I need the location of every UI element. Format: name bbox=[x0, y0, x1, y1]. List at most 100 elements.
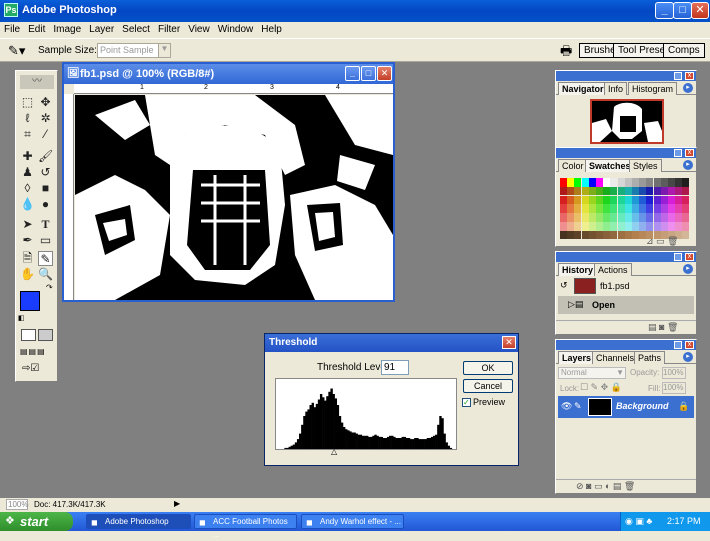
swatch-cell[interactable] bbox=[610, 195, 618, 205]
menu-edit[interactable]: Edit bbox=[24, 22, 49, 35]
swatch-cell[interactable] bbox=[646, 186, 654, 196]
swatch-cell[interactable] bbox=[574, 195, 582, 205]
panel-close-icon[interactable]: x bbox=[685, 341, 694, 349]
default-colors-icon[interactable]: ◧ bbox=[18, 314, 25, 322]
swatch-cell[interactable] bbox=[588, 213, 596, 222]
swatch-cell[interactable] bbox=[610, 230, 618, 240]
swatch-cell[interactable] bbox=[588, 230, 596, 240]
swatch-cell[interactable] bbox=[560, 213, 567, 222]
swatch-cell[interactable] bbox=[567, 195, 575, 205]
panel-menu-icon[interactable]: ▸ bbox=[683, 264, 693, 274]
tab-styles[interactable]: Styles bbox=[629, 159, 662, 172]
swatch-cell[interactable] bbox=[646, 204, 654, 213]
notes-tool-icon[interactable]: 🗎 bbox=[20, 251, 35, 266]
swatch-cell[interactable] bbox=[668, 204, 675, 213]
menu-file[interactable]: File bbox=[0, 22, 24, 35]
status-menu-arrow-icon[interactable]: ▶ bbox=[174, 499, 180, 508]
healing-brush-tool-icon[interactable]: ✚ bbox=[20, 149, 35, 164]
swatch-cell[interactable] bbox=[646, 195, 654, 205]
swatch-cell[interactable] bbox=[639, 195, 647, 205]
cancel-button[interactable]: Cancel bbox=[463, 379, 513, 393]
navigator-thumbnail[interactable] bbox=[590, 99, 664, 144]
panel-close-icon[interactable]: x bbox=[685, 72, 694, 80]
swatch-cell[interactable] bbox=[682, 213, 690, 222]
swatch-cell[interactable] bbox=[632, 178, 639, 187]
swatch-cell[interactable] bbox=[574, 230, 582, 240]
swatch-cell[interactable] bbox=[596, 186, 603, 196]
swatch-cell[interactable] bbox=[624, 195, 632, 205]
lock-icons[interactable]: ☐ ✎ ✥ 🔒 bbox=[580, 382, 622, 393]
swatch-cell[interactable] bbox=[581, 213, 589, 222]
swatch-cell[interactable] bbox=[617, 178, 625, 187]
marquee-tool-icon[interactable]: ⬚ bbox=[20, 95, 35, 110]
standard-mode-icon[interactable] bbox=[21, 329, 36, 341]
swap-colors-icon[interactable]: ↷ bbox=[46, 283, 53, 292]
swatch-cell[interactable] bbox=[675, 195, 683, 205]
tab-navigator[interactable]: Navigator bbox=[558, 82, 608, 95]
file-browser-icon[interactable]: 🖶 bbox=[560, 42, 572, 64]
swatch-cell[interactable] bbox=[653, 204, 661, 213]
swatch-cell[interactable] bbox=[610, 213, 618, 222]
brush-tool-icon[interactable]: 🖌 bbox=[38, 149, 53, 164]
zoom-level-field[interactable]: 100% bbox=[6, 499, 28, 510]
swatch-cell[interactable] bbox=[610, 178, 618, 187]
swatch-cell[interactable] bbox=[675, 213, 683, 222]
swatch-cell[interactable] bbox=[560, 230, 567, 240]
panel-menu-icon[interactable]: ▸ bbox=[683, 83, 693, 93]
swatch-cell[interactable] bbox=[560, 186, 567, 196]
tab-comps[interactable]: Comps bbox=[663, 43, 705, 58]
magic-wand-tool-icon[interactable]: ✲ bbox=[38, 111, 53, 126]
swatch-cell[interactable] bbox=[639, 178, 647, 187]
start-button[interactable]: ❖ start bbox=[0, 512, 73, 531]
swatch-cell[interactable] bbox=[567, 186, 575, 196]
swatch-cell[interactable] bbox=[603, 204, 611, 213]
image-canvas[interactable] bbox=[75, 95, 393, 300]
swatch-cell[interactable] bbox=[617, 195, 625, 205]
swatch-cell[interactable] bbox=[610, 222, 618, 231]
slice-tool-icon[interactable]: ⁄ bbox=[38, 127, 53, 142]
swatch-cell[interactable] bbox=[574, 204, 582, 213]
swatch-actions-icons[interactable]: ⊿ ▭ 🗑 bbox=[646, 236, 678, 247]
threshold-level-input[interactable]: 91 bbox=[381, 360, 409, 375]
quick-mask-mode-icon[interactable] bbox=[38, 329, 53, 341]
menu-image[interactable]: Image bbox=[49, 22, 85, 35]
swatch-cell[interactable] bbox=[632, 186, 639, 196]
menu-help[interactable]: Help bbox=[257, 22, 286, 35]
taskbar-item-andy-warhol[interactable]: ◼ Andy Warhol effect - ... bbox=[301, 514, 404, 529]
swatch-cell[interactable] bbox=[682, 230, 690, 240]
close-button[interactable]: ✕ bbox=[691, 2, 709, 19]
swatch-cell[interactable] bbox=[603, 195, 611, 205]
swatch-cell[interactable] bbox=[624, 178, 632, 187]
menu-layer[interactable]: Layer bbox=[85, 22, 118, 35]
swatch-cell[interactable] bbox=[596, 204, 603, 213]
swatch-cell[interactable] bbox=[639, 222, 647, 231]
tab-channels[interactable]: Channels bbox=[592, 351, 639, 364]
swatch-cell[interactable] bbox=[653, 213, 661, 222]
opacity-input[interactable]: 100% bbox=[662, 367, 686, 379]
swatch-cell[interactable] bbox=[632, 230, 639, 240]
swatch-cell[interactable] bbox=[624, 204, 632, 213]
crop-tool-icon[interactable]: ⌗ bbox=[20, 127, 35, 142]
maximize-button[interactable]: □ bbox=[673, 2, 692, 19]
swatch-cell[interactable] bbox=[632, 195, 639, 205]
panel-minimize-icon[interactable] bbox=[674, 253, 682, 261]
swatch-cell[interactable] bbox=[596, 178, 603, 187]
swatch-cell[interactable] bbox=[588, 186, 596, 196]
layer-row-background[interactable]: 👁 ✎ Background 🔒 bbox=[558, 396, 694, 418]
clock[interactable]: 2:17 PM bbox=[667, 512, 701, 531]
document-maximize-button[interactable]: □ bbox=[361, 66, 376, 81]
swatch-cell[interactable] bbox=[668, 178, 675, 187]
history-actions-icons[interactable]: ▤ ◙ 🗑 bbox=[648, 322, 678, 333]
swatch-cell[interactable] bbox=[660, 178, 668, 187]
tab-info[interactable]: Info bbox=[604, 82, 628, 95]
swatch-cell[interactable] bbox=[682, 195, 690, 205]
swatch-cell[interactable] bbox=[675, 178, 683, 187]
swatch-cell[interactable] bbox=[574, 213, 582, 222]
swatch-cell[interactable] bbox=[660, 204, 668, 213]
taskbar-item-photoshop[interactable]: ◼ Adobe Photoshop bbox=[86, 514, 191, 529]
panel-menu-icon[interactable]: ▸ bbox=[683, 160, 693, 170]
swatch-cell[interactable] bbox=[588, 204, 596, 213]
swatch-cell[interactable] bbox=[675, 204, 683, 213]
history-snapshot-row[interactable]: ↺ fb1.psd bbox=[558, 277, 694, 295]
swatch-cell[interactable] bbox=[596, 195, 603, 205]
